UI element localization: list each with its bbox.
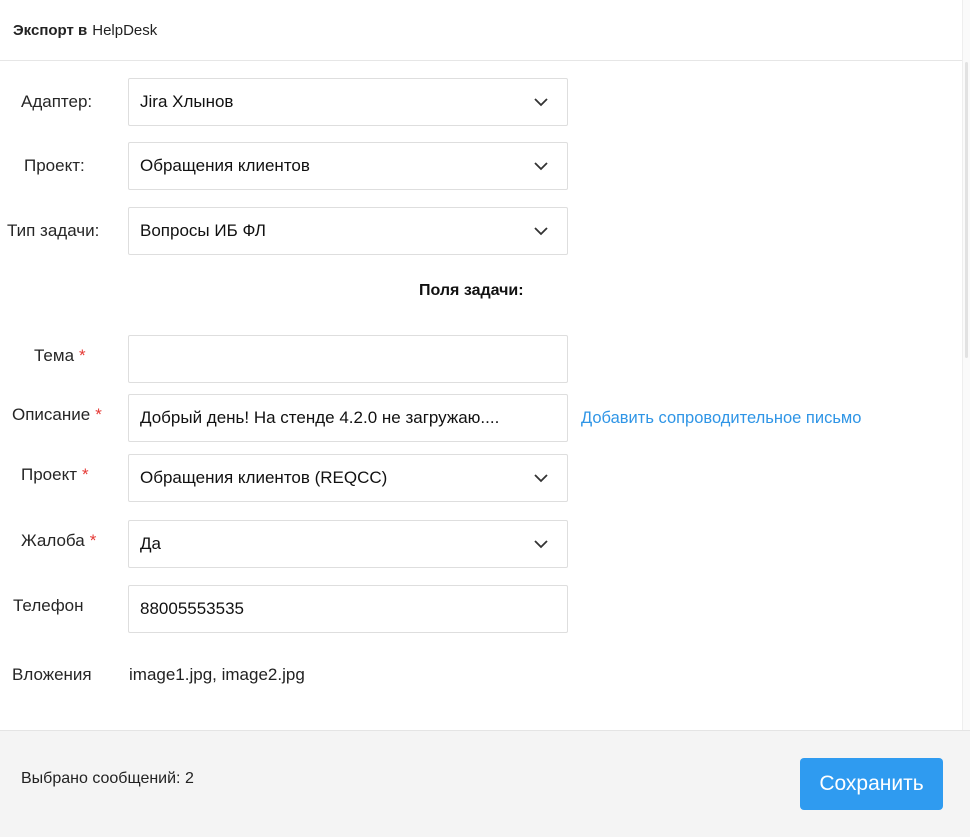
- description-label-text: Описание: [12, 405, 91, 424]
- header-title-bold: Экспорт в: [13, 21, 88, 39]
- header-title-rest: HelpDesk: [92, 21, 158, 39]
- chevron-down-icon: [534, 227, 548, 236]
- description-row: Описание * Добрый день! На стенде 4.2.0 …: [0, 394, 962, 442]
- adapter-label: Адаптер:: [21, 92, 93, 111]
- complaint-label: Жалоба *: [21, 517, 96, 565]
- required-mark: *: [95, 405, 102, 424]
- field-project-label-text: Проект: [21, 465, 77, 484]
- project-label: Проект:: [24, 156, 85, 175]
- phone-input[interactable]: 88005553535: [128, 585, 568, 633]
- description-input[interactable]: Добрый день! На стенде 4.2.0 не загружаю…: [128, 394, 568, 442]
- task-type-row: Тип задачи: Вопросы ИБ ФЛ: [0, 207, 962, 255]
- subject-input[interactable]: [128, 335, 568, 383]
- dialog-header: Экспорт в HelpDesk: [0, 0, 962, 61]
- chevron-down-icon: [534, 98, 548, 107]
- project-row: Проект: Обращения клиентов: [0, 142, 962, 190]
- attachments-label: Вложения: [12, 665, 92, 684]
- required-mark: *: [79, 346, 86, 365]
- field-project-select-value: Обращения клиентов (REQCC): [140, 468, 388, 487]
- adapter-row: Адаптер: Jira Хлынов: [0, 78, 962, 126]
- task-type-select[interactable]: Вопросы ИБ ФЛ: [128, 207, 568, 255]
- task-fields-title: Поля задачи:: [419, 282, 524, 299]
- phone-label: Телефон: [13, 596, 84, 615]
- complaint-row: Жалоба * Да: [0, 520, 962, 568]
- description-input-value: Добрый день! На стенде 4.2.0 не загружаю…: [140, 408, 500, 427]
- description-label: Описание *: [12, 391, 102, 439]
- phone-input-value: 88005553535: [140, 599, 245, 618]
- dialog-footer: Выбрано сообщений: 2 Сохранить: [0, 730, 970, 837]
- subject-row: Тема *: [0, 335, 962, 383]
- attachments-value: image1.jpg, image2.jpg: [129, 665, 305, 684]
- field-project-label: Проект *: [21, 451, 89, 499]
- chevron-down-icon: [534, 474, 548, 483]
- field-project-select[interactable]: Обращения клиентов (REQCC): [128, 454, 568, 502]
- subject-label-text: Тема: [34, 346, 75, 365]
- chevron-down-icon: [534, 540, 548, 549]
- complaint-select-value: Да: [140, 534, 161, 553]
- chevron-down-icon: [534, 162, 548, 171]
- project-select-value: Обращения клиентов: [140, 156, 310, 175]
- scrollbar-thumb[interactable]: [965, 62, 968, 358]
- complaint-label-text: Жалоба: [21, 531, 85, 550]
- field-project-row: Проект * Обращения клиентов (REQCC): [0, 454, 962, 502]
- project-select[interactable]: Обращения клиентов: [128, 142, 568, 190]
- task-type-select-value: Вопросы ИБ ФЛ: [140, 221, 266, 240]
- save-button[interactable]: Сохранить: [800, 758, 943, 810]
- adapter-select-value: Jira Хлынов: [140, 92, 234, 111]
- task-type-label: Тип задачи:: [7, 221, 100, 240]
- complaint-select[interactable]: Да: [128, 520, 568, 568]
- required-mark: *: [82, 465, 89, 484]
- selected-messages-count: Выбрано сообщений: 2: [21, 770, 194, 787]
- required-mark: *: [89, 531, 97, 550]
- attachments-row: Вложения image1.jpg, image2.jpg: [0, 651, 962, 699]
- adapter-select[interactable]: Jira Хлынов: [128, 78, 568, 126]
- phone-row: Телефон 88005553535: [0, 585, 962, 633]
- subject-label: Тема *: [34, 332, 86, 380]
- add-cover-letter-link[interactable]: Добавить сопроводительное письмо: [581, 394, 861, 442]
